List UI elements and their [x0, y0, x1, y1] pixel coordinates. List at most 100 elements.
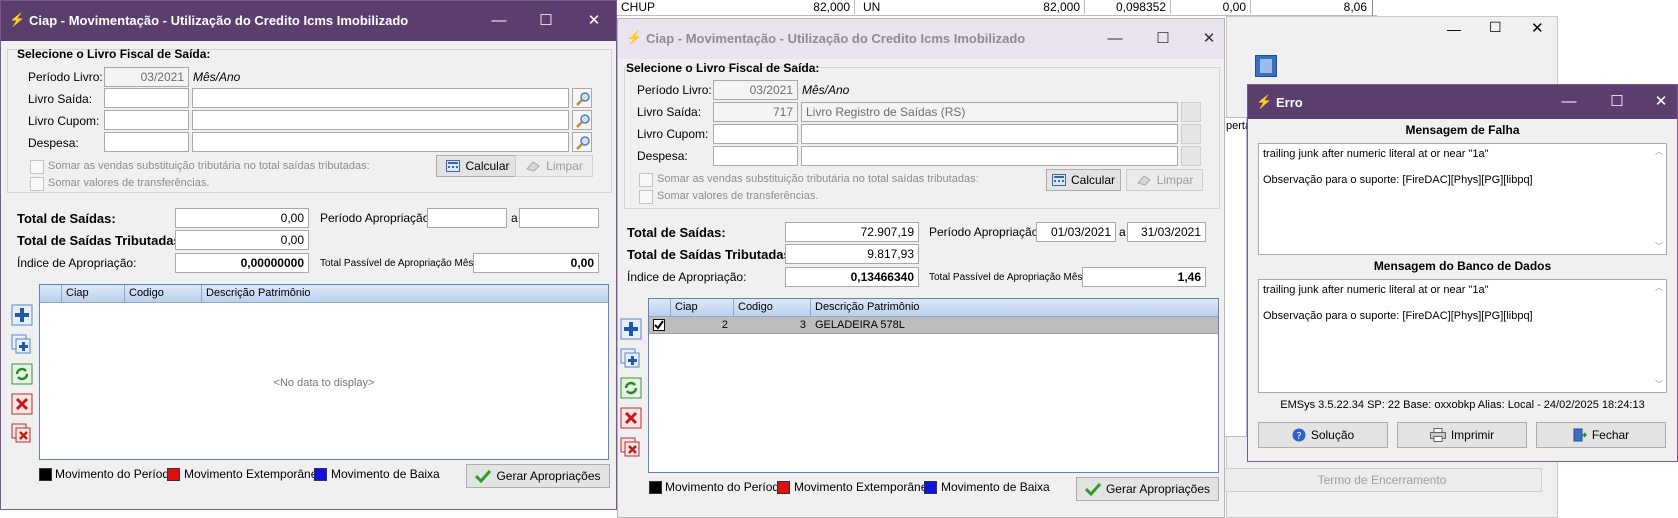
- imprimir-label: Imprimir: [1450, 428, 1495, 442]
- somar-st-label: Somar as vendas substituição tributária …: [48, 160, 370, 172]
- livro-saida-label: Livro Saída:: [637, 105, 702, 119]
- grid-col-codigo[interactable]: Codigo: [734, 299, 811, 317]
- close-icon[interactable]: ✕: [1646, 90, 1676, 114]
- livro-saida-desc-input[interactable]: Livro Registro de Saídas (RS): [801, 102, 1178, 122]
- gerar-label: Gerar Apropriações: [496, 469, 601, 483]
- scroll-up-icon[interactable]: ︿: [1654, 282, 1664, 293]
- delete-all-button[interactable]: [620, 437, 642, 459]
- periodo-livro-input[interactable]: 03/2021: [713, 80, 798, 100]
- row-checkbox[interactable]: [653, 319, 665, 331]
- livro-cupom-label: Livro Cupom:: [28, 114, 100, 128]
- limpar-button[interactable]: Limpar: [515, 155, 593, 177]
- falha-message-box[interactable]: trailing junk after numeric literal at o…: [1258, 143, 1667, 255]
- calcular-button[interactable]: Calcular: [436, 155, 520, 177]
- grid-col-ciap[interactable]: Ciap: [62, 285, 125, 303]
- add-row-button[interactable]: [620, 318, 642, 340]
- legend-periodo: Movimento do Período: [55, 467, 176, 481]
- somar-transf-checkbox[interactable]: [30, 177, 44, 191]
- despesa-lookup-button[interactable]: [1181, 146, 1201, 166]
- ciap-grid[interactable]: Ciap Codigo Descrição Patrimônio <No dat…: [39, 284, 609, 460]
- grid-col-codigo[interactable]: Codigo: [125, 285, 202, 303]
- livro-saida-desc-input[interactable]: [192, 88, 569, 108]
- delete-button[interactable]: [620, 407, 642, 429]
- close-icon[interactable]: ✕: [579, 9, 609, 33]
- delete-icon: [620, 407, 642, 429]
- cell-ciap: 2: [721, 319, 728, 331]
- bg-cell: 0,098352: [1091, 0, 1171, 14]
- grid-col-ciap[interactable]: Ciap: [671, 299, 734, 317]
- maximize-icon[interactable]: ☐: [531, 9, 561, 33]
- maximize-icon[interactable]: ☐: [1489, 19, 1502, 36]
- livro-cupom-desc-input[interactable]: [801, 124, 1178, 144]
- maximize-icon[interactable]: ☐: [1148, 27, 1178, 51]
- refresh-icon: [620, 377, 642, 399]
- periodo-aprop-from-input[interactable]: 01/03/2021: [1036, 222, 1116, 242]
- scroll-down-icon[interactable]: ﹀: [1654, 241, 1664, 252]
- legend-swatch-baixa: [924, 481, 937, 494]
- window-1-titlebar: ⚡ Ciap - Movimentação - Utilização do Cr…: [1, 1, 616, 41]
- livro-cupom-code-input[interactable]: [713, 124, 798, 144]
- banco-message-box[interactable]: trailing junk after numeric literal at o…: [1258, 279, 1667, 393]
- periodo-aprop-to-input[interactable]: 31/03/2021: [1127, 222, 1206, 242]
- grid-col-descricao[interactable]: Descrição Patrimônio: [202, 285, 610, 303]
- livro-saida-code-input[interactable]: [104, 88, 189, 108]
- livro-cupom-lookup-button[interactable]: [572, 110, 592, 130]
- despesa-code-input[interactable]: [104, 132, 189, 152]
- close-icon[interactable]: ✕: [1194, 27, 1224, 51]
- background-footer-button[interactable]: Termo de Encerramento: [1222, 468, 1542, 492]
- periodo-livro-input[interactable]: 03/2021: [104, 67, 189, 87]
- delete-all-button[interactable]: [11, 423, 33, 445]
- livro-cupom-lookup-button[interactable]: [1181, 124, 1201, 144]
- no-data-message: <No data to display>: [273, 377, 375, 389]
- livro-cupom-code-input[interactable]: [104, 110, 189, 130]
- somar-transf-checkbox[interactable]: [639, 190, 653, 204]
- bg-cell: 0,00: [1181, 0, 1251, 14]
- livro-saida-lookup-button[interactable]: [1181, 102, 1201, 122]
- periodo-aprop-from-input[interactable]: [427, 208, 507, 228]
- somar-transf-label: Somar valores de transferências.: [48, 177, 210, 189]
- despesa-lookup-button[interactable]: [572, 132, 592, 152]
- add-row-button[interactable]: [11, 304, 33, 326]
- minimize-icon[interactable]: —: [484, 9, 514, 33]
- scroll-up-icon[interactable]: ︿: [1654, 146, 1664, 157]
- despesa-code-input[interactable]: [713, 146, 798, 166]
- minimize-icon[interactable]: —: [1554, 90, 1584, 114]
- delete-icon: [11, 393, 33, 415]
- scroll-down-icon[interactable]: ﹀: [1654, 379, 1664, 390]
- maximize-icon[interactable]: ☐: [1602, 90, 1632, 114]
- somar-st-checkbox[interactable]: [30, 160, 44, 174]
- minimize-icon[interactable]: —: [1100, 27, 1130, 51]
- close-icon[interactable]: ✕: [1531, 19, 1544, 37]
- somar-st-checkbox[interactable]: [639, 173, 653, 187]
- scrollbar[interactable]: ︿ ﹀: [1654, 146, 1664, 252]
- scrollbar[interactable]: ︿ ﹀: [1654, 282, 1664, 390]
- legend-swatch-extemporaneo: [167, 468, 180, 481]
- livro-saida-code-input[interactable]: 717: [713, 102, 798, 122]
- refresh-button[interactable]: [620, 377, 642, 399]
- solucao-button[interactable]: ? Solução: [1258, 422, 1388, 448]
- livro-saida-lookup-button[interactable]: [572, 88, 592, 108]
- despesa-desc-input[interactable]: [192, 132, 569, 152]
- imprimir-button[interactable]: Imprimir: [1397, 422, 1527, 448]
- despesa-desc-input[interactable]: [801, 146, 1178, 166]
- calculator-icon: [1051, 174, 1066, 186]
- periodo-aprop-to-input[interactable]: [519, 208, 599, 228]
- fechar-button[interactable]: Fechar: [1536, 422, 1666, 448]
- livro-cupom-desc-input[interactable]: [192, 110, 569, 130]
- grid-col-descricao[interactable]: Descrição Patrimônio: [811, 299, 1220, 317]
- bg-cell: 82,000: [765, 0, 855, 14]
- gerar-apropriacoes-button[interactable]: Gerar Apropriações: [466, 464, 610, 488]
- table-row[interactable]: 2 3 GELADEIRA 578L: [649, 317, 1218, 334]
- ciap-grid[interactable]: Ciap Codigo Descrição Patrimônio 2 3 GEL…: [648, 298, 1219, 473]
- add-multiple-button[interactable]: [620, 348, 642, 370]
- limpar-button[interactable]: Limpar: [1126, 169, 1203, 191]
- delete-button[interactable]: [11, 393, 33, 415]
- minimize-icon[interactable]: —: [1447, 21, 1461, 37]
- refresh-button[interactable]: [11, 363, 33, 385]
- add-multiple-icon: [11, 334, 31, 354]
- banco-header: Mensagem do Banco de Dados: [1373, 259, 1552, 273]
- gerar-apropriacoes-button[interactable]: Gerar Apropriações: [1076, 477, 1219, 501]
- calcular-button[interactable]: Calcular: [1046, 169, 1121, 191]
- add-multiple-button[interactable]: [11, 334, 33, 356]
- checkmark-icon: [475, 469, 492, 483]
